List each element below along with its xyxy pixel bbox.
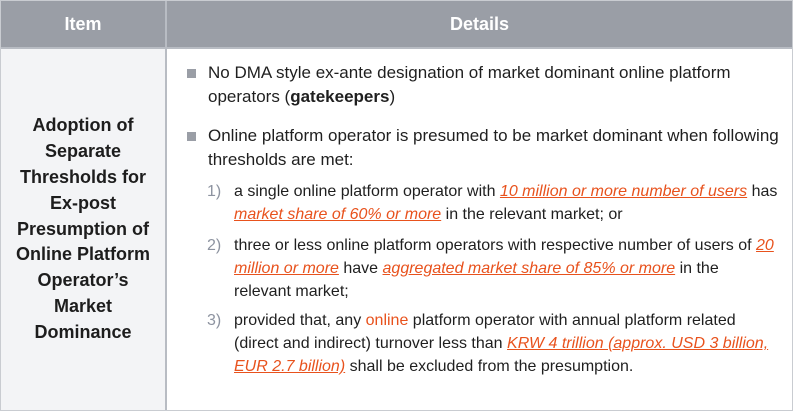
bullet-text-part: )	[389, 87, 396, 106]
details-cell: No DMA style ex-ante designation of mark…	[167, 49, 792, 410]
threshold-item-1: a single online platform operator with 1…	[234, 180, 779, 226]
item-number: 3)	[207, 312, 222, 329]
header-details: Details	[167, 1, 792, 47]
highlight-market-share: market share of 60% or more	[234, 206, 442, 223]
bullet-text: No DMA style ex-ante designation of mark…	[208, 61, 787, 109]
bullet-square-icon	[187, 132, 196, 141]
item-text: provided that, any	[234, 312, 366, 329]
threshold-item-2: three or less online platform operators …	[234, 234, 779, 303]
gatekeepers-term: gatekeepers	[290, 87, 390, 106]
item-text: have	[338, 260, 383, 277]
bullet-text: Online platform operator is presumed to …	[208, 126, 779, 169]
item-text: a single online platform operator with	[234, 183, 500, 200]
item-text: three or less online platform operators …	[234, 237, 757, 254]
highlight-online: online	[365, 312, 409, 329]
item-cell: Adoption of Separate Thresholds for Ex-p…	[1, 49, 165, 410]
bullet-square-icon	[187, 69, 196, 78]
item-text: has	[747, 183, 778, 200]
highlight-users: 10 million or more number of users	[499, 183, 748, 200]
highlight-market-share: aggregated market share of 85% or more	[382, 260, 676, 277]
threshold-item-3: provided that, any online platform opera…	[234, 309, 779, 378]
thresholds-table: Item Details Adoption of Separate Thresh…	[0, 0, 793, 411]
item-text: shall be excluded from the presumption.	[345, 358, 634, 375]
item-text: in the relevant market; or	[441, 206, 623, 223]
item-number: 2)	[207, 237, 222, 254]
bullet-text-part: No DMA style ex-ante designation of mark…	[208, 63, 731, 106]
item-number: 1)	[207, 183, 222, 200]
header-item: Item	[1, 1, 165, 47]
item-title: Adoption of Separate Thresholds for Ex-p…	[15, 115, 150, 342]
